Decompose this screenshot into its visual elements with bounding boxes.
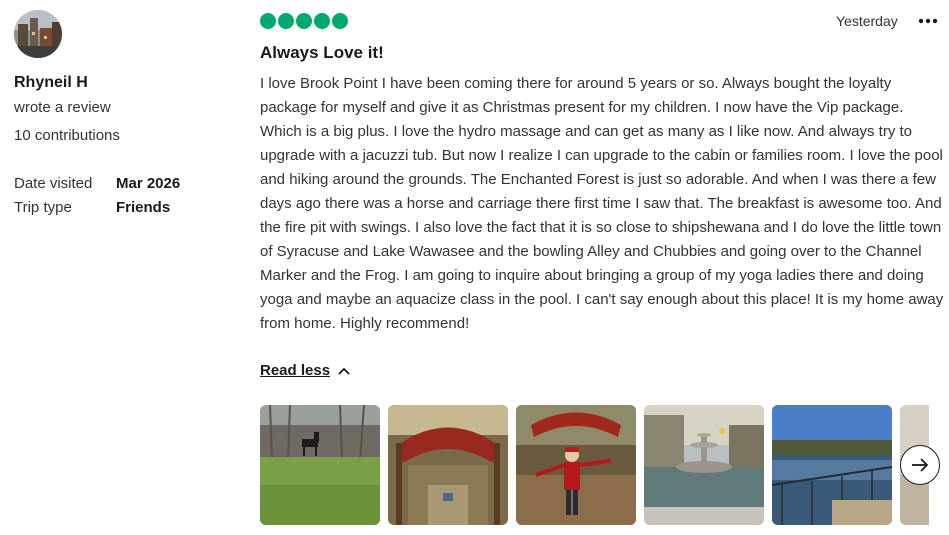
woman-on-bridge-photo[interactable] <box>516 405 636 525</box>
review-body: I love Brook Point I have been coming th… <box>260 75 944 332</box>
enchanted-forest-sign-photo[interactable] <box>388 405 508 525</box>
chevron-up-icon <box>338 367 350 375</box>
read-less-button[interactable]: Read less <box>260 362 350 379</box>
more-options-icon <box>918 18 938 24</box>
rating-bubble <box>314 13 330 29</box>
trip-type-value: Friends <box>116 199 171 216</box>
read-less-label: Read less <box>260 362 331 379</box>
rating-bubble <box>332 13 348 29</box>
next-photo-button[interactable] <box>900 445 940 485</box>
fountain-photo[interactable] <box>644 405 764 525</box>
arrow-right-icon <box>912 458 929 472</box>
review-title: Always Love it! <box>260 43 384 62</box>
rating-bubble <box>296 13 312 29</box>
date-visited-value: Mar 2026 <box>116 175 181 192</box>
more-options-button[interactable] <box>916 11 940 31</box>
trip-type-label: Trip type <box>14 199 72 216</box>
horse-in-field-photo[interactable] <box>260 405 380 525</box>
contributions-count: 10 contributions <box>14 127 120 144</box>
rating-bubble <box>278 13 294 29</box>
review-action-text: wrote a review <box>14 99 111 116</box>
rating-bubbles <box>260 13 348 29</box>
reviewer-name[interactable]: Rhyneil H <box>14 74 88 92</box>
rating-bubble <box>260 13 276 29</box>
date-posted: Yesterday <box>836 13 898 29</box>
date-visited-label: Date visited <box>14 175 93 192</box>
lake-with-railing-photo[interactable] <box>772 405 892 525</box>
avatar[interactable] <box>14 10 62 58</box>
